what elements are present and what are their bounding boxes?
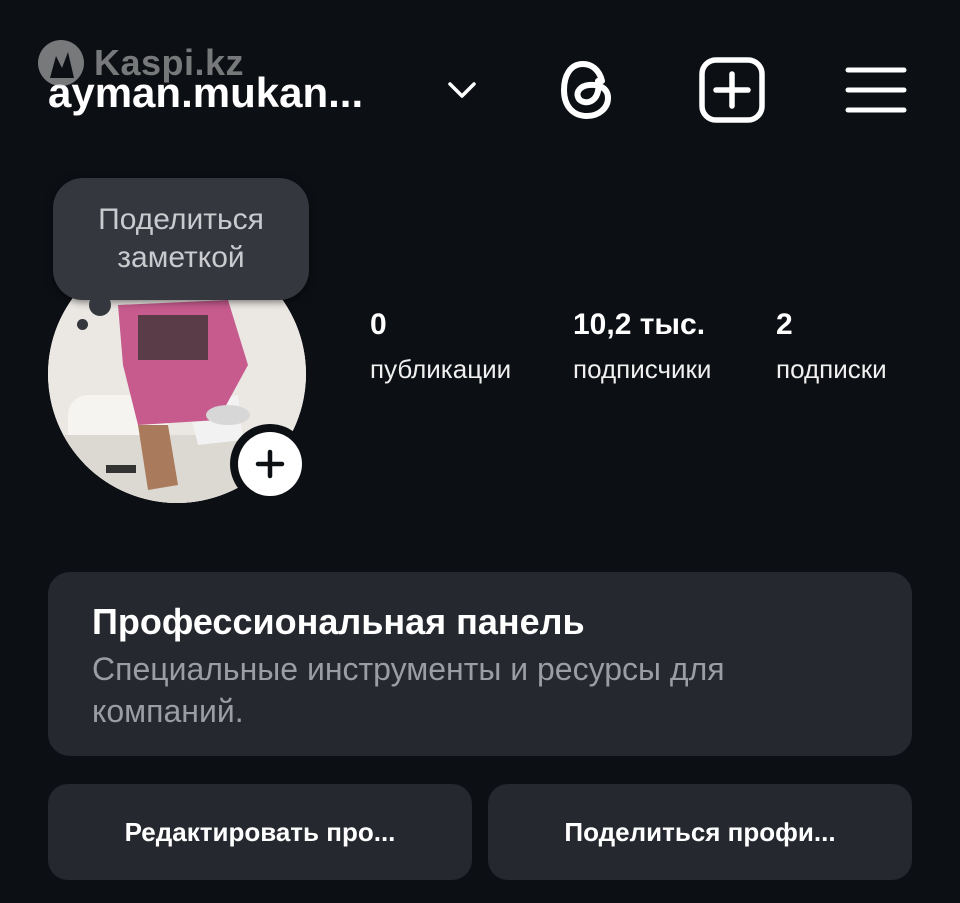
- posts-label: публикации: [370, 354, 512, 384]
- threads-icon[interactable]: [552, 55, 622, 125]
- share-note-bubble[interactable]: Поделиться заметкой: [53, 178, 309, 330]
- add-story-button[interactable]: [230, 424, 310, 504]
- add-post-icon[interactable]: [697, 55, 767, 125]
- watermark: Kaspi.kz: [36, 38, 244, 88]
- stat-followers[interactable]: 10,2 тыс. подписчики: [573, 308, 711, 384]
- note-text-line1: Поделиться: [98, 203, 264, 236]
- pro-panel-subtitle: Специальные инструменты и ресурсы для ко…: [92, 651, 725, 729]
- chevron-down-icon[interactable]: [444, 77, 480, 103]
- watermark-text: Kaspi.kz: [94, 42, 245, 83]
- note-text-line2: заметкой: [117, 241, 245, 274]
- share-profile-button[interactable]: Поделиться профи...: [488, 784, 912, 880]
- menu-icon[interactable]: [841, 55, 911, 125]
- professional-dashboard-card[interactable]: Профессиональная панель Специальные инст…: [48, 572, 912, 756]
- following-label: подписки: [776, 354, 887, 384]
- kaspi-logo-icon: [38, 40, 84, 86]
- following-count: 2: [776, 308, 793, 341]
- followers-label: подписчики: [573, 354, 712, 384]
- posts-count: 0: [370, 308, 387, 341]
- profile-screen: Kaspi.kz ayman.mukan... Поделиться замет…: [0, 0, 960, 903]
- stat-posts[interactable]: 0 публикации: [370, 308, 511, 384]
- stat-following[interactable]: 2 подписки: [776, 308, 887, 384]
- plus-icon: [255, 449, 285, 479]
- edit-profile-button[interactable]: Редактировать про...: [48, 784, 472, 880]
- pro-panel-title: Профессиональная панель: [92, 601, 585, 642]
- followers-count: 10,2 тыс.: [573, 308, 706, 341]
